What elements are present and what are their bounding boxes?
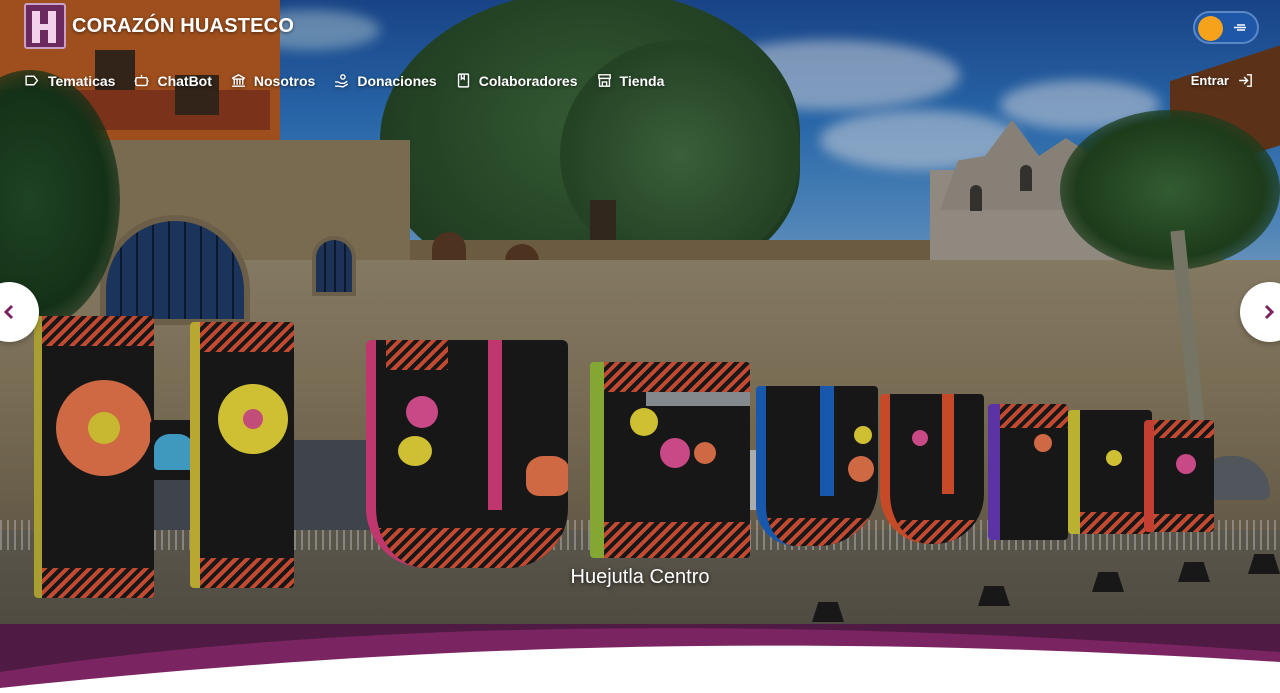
book-icon bbox=[457, 73, 469, 88]
nav-item-tienda[interactable]: Tienda bbox=[596, 72, 665, 89]
main-nav: Tematicas ChatBot Nosotros Donaciones Co… bbox=[24, 72, 664, 89]
store-icon bbox=[597, 74, 611, 87]
brand-home-link[interactable]: CORAZÓN HUASTECO bbox=[24, 3, 294, 49]
chevron-right-icon bbox=[1264, 304, 1275, 320]
tag-icon bbox=[25, 75, 39, 86]
brand-name: CORAZÓN HUASTECO bbox=[72, 14, 295, 37]
theme-toggle[interactable] bbox=[1193, 11, 1259, 44]
nav-item-label: Tienda bbox=[619, 72, 665, 89]
nav-item-label: Colaboradores bbox=[478, 72, 578, 89]
login-label: Entrar bbox=[1190, 73, 1229, 88]
sun-icon bbox=[1198, 16, 1223, 41]
slide-caption: Huejutla Centro bbox=[570, 566, 710, 588]
nav-item-chatbot[interactable]: ChatBot bbox=[133, 72, 212, 89]
bank-icon bbox=[231, 74, 246, 87]
chevron-left-icon bbox=[3, 304, 14, 320]
nav-item-label: Tematicas bbox=[48, 72, 116, 89]
nav-item-donaciones[interactable]: Donaciones bbox=[333, 72, 437, 89]
nav-item-nosotros[interactable]: Nosotros bbox=[230, 72, 315, 89]
nav-item-label: ChatBot bbox=[157, 72, 212, 89]
nav-item-tematicas[interactable]: Tematicas bbox=[24, 72, 115, 89]
corazon-huasteco-logo bbox=[24, 3, 66, 49]
image-overlay bbox=[0, 0, 1280, 640]
login-link[interactable]: Entrar bbox=[1191, 72, 1254, 89]
nav-item-label: Nosotros bbox=[253, 72, 316, 89]
donation-icon bbox=[335, 74, 349, 88]
decorative-wave bbox=[0, 624, 1280, 693]
nav-item-colaboradores[interactable]: Colaboradores bbox=[455, 72, 578, 89]
robot-icon bbox=[134, 74, 150, 87]
login-icon bbox=[1239, 74, 1252, 87]
hero-carousel: Huejutla Centro CORAZÓN HUASTECO Tematic… bbox=[0, 0, 1280, 693]
moon-icon bbox=[1234, 24, 1246, 31]
nav-item-label: Donaciones bbox=[357, 72, 437, 89]
